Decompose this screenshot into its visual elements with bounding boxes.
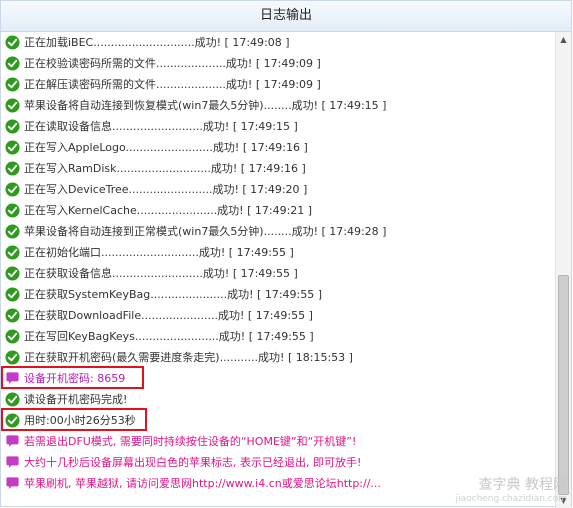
success-check-icon <box>5 308 20 323</box>
log-text: 正在获取设备信息..........................成功! [ … <box>24 267 298 280</box>
log-row: 正在写入AppleLogo.........................成功… <box>1 137 557 158</box>
vertical-scrollbar[interactable]: ▲ ▼ <box>555 32 571 508</box>
success-check-icon <box>5 161 20 176</box>
log-row: 正在获取SystemKeyBag......................成功… <box>1 284 557 305</box>
log-row: 苹果设备将自动连接到恢复模式(win7最久5分钟)........成功! [ 1… <box>1 95 557 116</box>
log-text: 苹果设备将自动连接到恢复模式(win7最久5分钟)........成功! [ 1… <box>24 99 387 112</box>
scrollbar-thumb[interactable] <box>558 275 569 495</box>
success-check-icon <box>5 329 20 344</box>
log-row: 正在获取DownloadFile......................成功… <box>1 305 557 326</box>
log-row: 正在写入DeviceTree........................成功… <box>1 179 557 200</box>
log-text: 大约十几秒后设备屏幕出现白色的苹果标志, 表示已经退出, 即可放手! <box>24 456 362 469</box>
log-row: 苹果设备将自动连接到正常模式(win7最久5分钟)........成功! [ 1… <box>1 221 557 242</box>
panel-title: 日志输出 <box>1 1 571 32</box>
log-panel: 日志输出 正在加载iBEC...........................… <box>0 0 572 508</box>
log-row: 正在初始化端口............................成功! [… <box>1 242 557 263</box>
log-text: 正在校验读密码所需的文件....................成功! [ 17… <box>24 57 321 70</box>
log-row: 正在解压读密码所需的文件....................成功! [ 17… <box>1 74 557 95</box>
success-check-icon <box>5 392 20 407</box>
success-check-icon <box>5 140 20 155</box>
log-row: 正在获取开机密码(最久需要进度条走完)...........成功! [ 18:1… <box>1 347 557 368</box>
watermark: 查字典 教程网 jiaocheng.chazidian.com <box>456 478 567 506</box>
log-text: 正在读取设备信息..........................成功! [ … <box>24 120 298 133</box>
success-check-icon <box>5 350 20 365</box>
success-check-icon <box>5 245 20 260</box>
log-text: 正在写入RamDisk...........................成功… <box>24 162 306 175</box>
message-bubble-icon <box>6 456 19 469</box>
log-text: 正在写回KeyBagKeys........................成功… <box>24 330 314 343</box>
log-text: 若需退出DFU模式, 需要同时持续按住设备的“HOME键”和“开机键”! <box>24 435 357 448</box>
watermark-sub: jiaocheng.chazidian.com <box>455 494 567 504</box>
watermark-main: 查字典 教程网 <box>478 477 567 493</box>
success-check-icon <box>5 56 20 71</box>
log-row: 正在写入KernelCache.......................成功… <box>1 200 557 221</box>
log-row: 正在加载iBEC.............................成功!… <box>1 32 557 53</box>
log-text: 正在获取SystemKeyBag......................成功… <box>24 288 323 301</box>
success-check-icon <box>5 98 20 113</box>
success-check-icon <box>5 35 20 50</box>
log-row: 正在读取设备信息..........................成功! [ … <box>1 116 557 137</box>
success-check-icon <box>5 224 20 239</box>
log-row: 正在写入RamDisk...........................成功… <box>1 158 557 179</box>
success-check-icon <box>5 77 20 92</box>
log-text: 正在获取开机密码(最久需要进度条走完)...........成功! [ 18:1… <box>24 351 353 364</box>
log-row: 正在获取设备信息..........................成功! [ … <box>1 263 557 284</box>
log-text: 正在获取DownloadFile......................成功… <box>24 309 313 322</box>
log-text: 正在写入KernelCache.......................成功… <box>24 204 313 217</box>
log-text: 苹果刷机, 苹果越狱, 请访问爱思网http://www.i4.cn或爱思论坛h… <box>24 477 381 490</box>
log-row: 正在校验读密码所需的文件....................成功! [ 17… <box>1 53 557 74</box>
log-text: 苹果设备将自动连接到正常模式(win7最久5分钟)........成功! [ 1… <box>24 225 387 238</box>
success-check-icon <box>5 287 20 302</box>
log-text: 正在写入DeviceTree........................成功… <box>24 183 308 196</box>
log-row: 正在写回KeyBagKeys........................成功… <box>1 326 557 347</box>
log-text: 读设备开机密码完成! <box>24 393 128 406</box>
log-text: 正在加载iBEC.............................成功!… <box>24 36 290 49</box>
scroll-up-icon[interactable]: ▲ <box>556 32 571 47</box>
log-row: 读设备开机密码完成! <box>1 389 557 410</box>
log-list[interactable]: 正在加载iBEC.............................成功!… <box>1 32 557 508</box>
message-bubble-icon <box>6 477 19 490</box>
log-text: 正在写入AppleLogo.........................成功… <box>24 141 308 154</box>
log-row: 大约十几秒后设备屏幕出现白色的苹果标志, 表示已经退出, 即可放手! <box>1 452 557 473</box>
log-text: 正在初始化端口............................成功! [… <box>24 246 294 259</box>
success-check-icon <box>5 119 20 134</box>
log-row: 若需退出DFU模式, 需要同时持续按住设备的“HOME键”和“开机键”! <box>1 431 557 452</box>
duration-highlight-box <box>1 408 147 431</box>
message-bubble-icon <box>6 435 19 448</box>
log-text: 正在解压读密码所需的文件....................成功! [ 17… <box>24 78 321 91</box>
success-check-icon <box>5 266 20 281</box>
success-check-icon <box>5 203 20 218</box>
success-check-icon <box>5 182 20 197</box>
password-highlight-box <box>1 366 144 389</box>
